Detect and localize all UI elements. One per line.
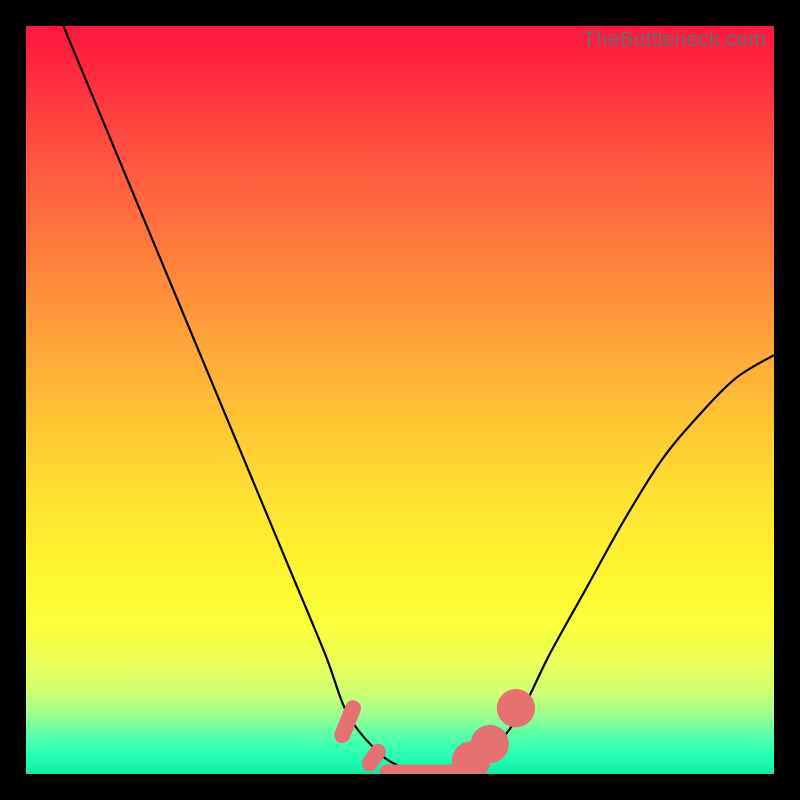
marker-dot (471, 725, 509, 763)
bottleneck-curve (63, 26, 774, 774)
marker-capsule (379, 765, 458, 774)
plot-area: TheBottleneck.com (26, 26, 774, 774)
curve-layer (26, 26, 774, 774)
chart-frame: TheBottleneck.com (0, 0, 800, 800)
marker-dot (497, 689, 535, 727)
marker-capsule (332, 698, 364, 746)
watermark-text: TheBottleneck.com (583, 28, 766, 52)
curve-markers (332, 689, 535, 774)
